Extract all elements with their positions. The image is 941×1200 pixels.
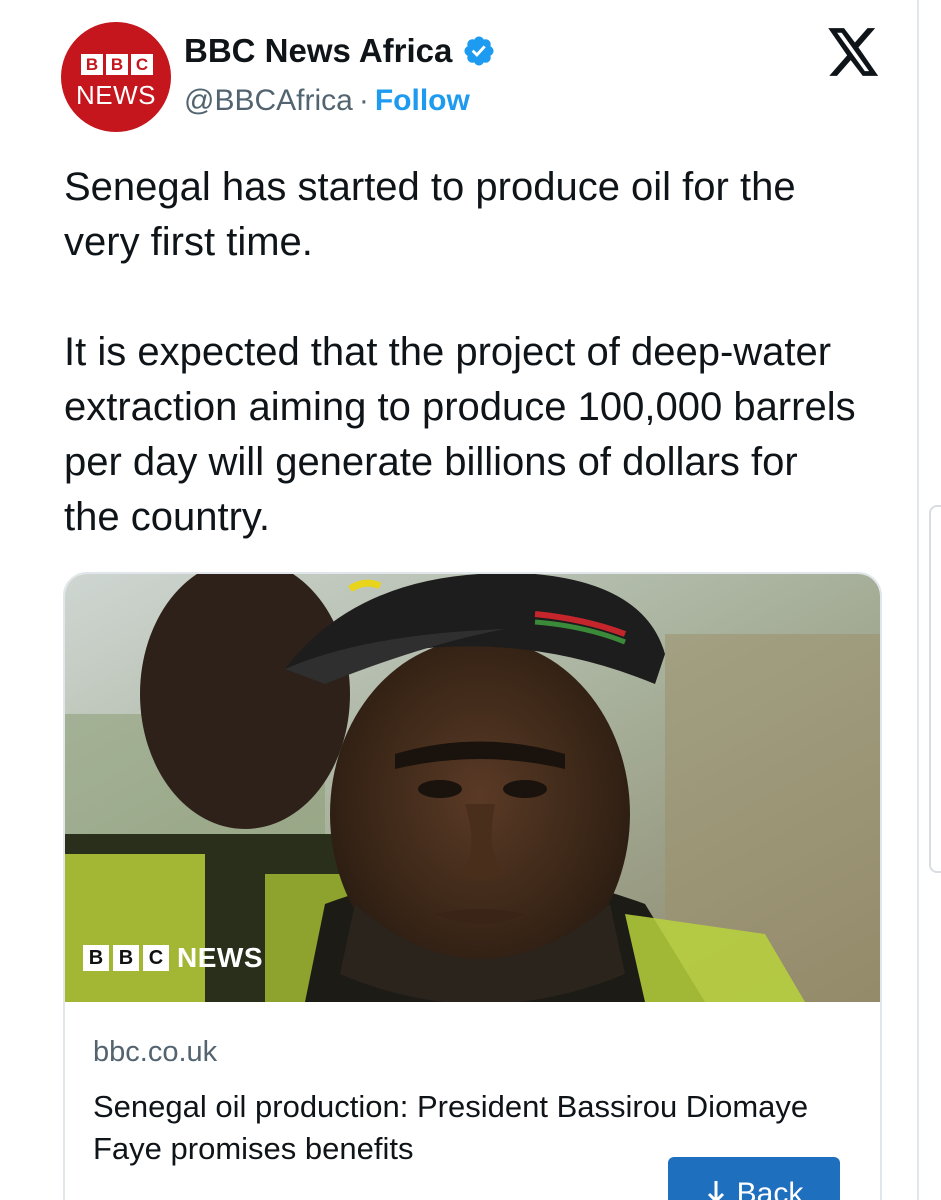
bbc-news-africa-avatar[interactable]: B B C NEWS [61, 22, 171, 132]
avatar-block-c: C [131, 54, 153, 75]
tweet-text: Senegal has started to produce oil for t… [64, 160, 864, 545]
link-domain: bbc.co.uk [93, 1036, 218, 1068]
tweet-paragraph-2: It is expected that the project of deep-… [64, 330, 856, 539]
follow-button[interactable]: Follow [375, 84, 470, 118]
account-handle[interactable]: @BBCAfrica [184, 84, 353, 118]
bbc-news-watermark: B B C NEWS [83, 942, 263, 974]
watermark-block-c: C [143, 945, 169, 971]
article-photo-image [65, 574, 880, 1002]
watermark-block-b1: B [83, 945, 109, 971]
account-display-name[interactable]: BBC News Africa [184, 32, 452, 70]
arrow-down-icon [707, 1181, 724, 1200]
back-button[interactable]: Back [668, 1157, 840, 1200]
watermark-word: NEWS [177, 942, 263, 973]
scroll-edge [929, 505, 941, 873]
tweet-paragraph-1: Senegal has started to produce oil for t… [64, 165, 796, 264]
watermark-block-b2: B [113, 945, 139, 971]
avatar-block-b2: B [106, 54, 128, 75]
verified-badge-icon [464, 36, 494, 66]
x-logo-icon[interactable] [828, 28, 880, 76]
avatar-block-b1: B [81, 54, 103, 75]
link-preview-card[interactable]: B B C NEWS bbc.co.uk Senegal oil product… [63, 572, 882, 1200]
back-button-label: Back [736, 1177, 804, 1200]
separator-dot: · [358, 84, 369, 117]
avatar-word: NEWS [76, 80, 156, 110]
article-photo[interactable]: B B C NEWS [65, 574, 880, 1002]
